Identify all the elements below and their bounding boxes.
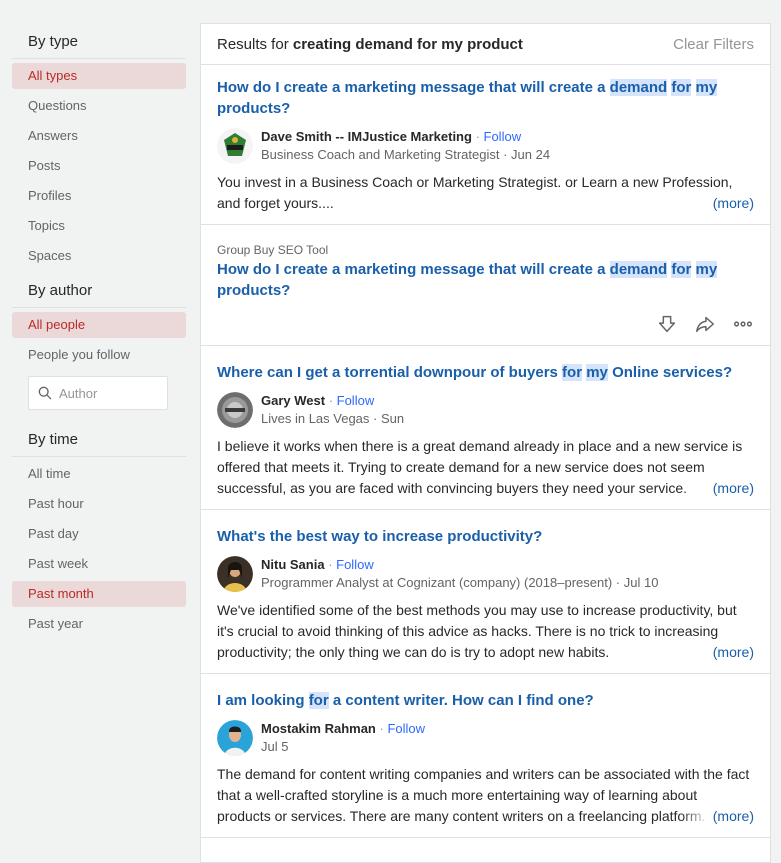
by-time-heading: By time [12,422,186,457]
filter-past-week[interactable]: Past week [12,551,186,577]
search-query: creating demand for my product [292,35,523,53]
author-credential: Programmer Analyst at Cognizant (company… [261,575,659,590]
follow-button[interactable]: Follow [337,393,375,408]
answer-snippet[interactable]: We've identified some of the best method… [217,600,754,663]
result-item: I am looking for a content writer. How c… [201,674,770,838]
share-icon[interactable] [694,313,716,335]
by-author-heading: By author [12,273,186,308]
filter-questions[interactable]: Questions [12,93,186,119]
sponsor-label[interactable]: Group Buy SEO Tool [217,243,754,257]
by-type-heading: By type [12,24,186,59]
filter-past-year[interactable]: Past year [12,611,186,637]
question-title[interactable]: What's the best way to increase producti… [217,526,754,547]
filter-spaces[interactable]: Spaces [12,243,186,269]
question-title[interactable]: Where can I get a torrential downpour of… [217,362,754,383]
answer-snippet[interactable]: You invest in a Business Coach or Market… [217,172,754,214]
filter-past-day[interactable]: Past day [12,521,186,547]
author-credential: Business Coach and Marketing Strategist … [261,147,551,162]
answer-snippet[interactable]: I believe it works when there is a great… [217,436,754,499]
sponsored-item: Group Buy SEO Tool How do I create a mar… [201,225,770,346]
answer-date: Jul 5 [261,739,289,754]
filter-sidebar: By type All types Questions Answers Post… [12,24,186,641]
follow-button[interactable]: Follow [336,557,374,572]
result-item: Where can I get a torrential downpour of… [201,346,770,510]
more-link[interactable]: (more) [680,478,754,499]
results-summary: Results for creating demand for my produ… [217,35,523,53]
follow-button[interactable]: Follow [387,721,425,736]
follow-button[interactable]: Follow [484,129,522,144]
avatar[interactable] [217,720,253,756]
search-icon [38,386,52,400]
answer-snippet[interactable]: The demand for content writing companies… [217,764,754,827]
filter-people-you-follow[interactable]: People you follow [12,342,186,368]
filter-past-month[interactable]: Past month [12,581,186,607]
filter-answers[interactable]: Answers [12,123,186,149]
results-panel: Results for creating demand for my produ… [200,23,771,863]
author-input[interactable] [57,384,161,402]
downvote-icon[interactable] [656,313,678,335]
author-name[interactable]: Mostakim Rahman [261,721,376,736]
author-name[interactable]: Gary West [261,393,325,408]
more-link[interactable]: (more) [680,193,754,214]
filter-topics[interactable]: Topics [12,213,186,239]
filter-all-people[interactable]: All people [12,312,186,338]
author-name[interactable]: Dave Smith -- IMJustice Marketing [261,129,472,144]
author-credential: Lives in Las Vegas · Sun [261,411,405,426]
author-search-box[interactable] [28,376,168,410]
author-name[interactable]: Nitu Sania [261,557,325,572]
filter-all-time[interactable]: All time [12,461,186,487]
more-link[interactable]: (more) [680,806,754,827]
avatar[interactable] [217,392,253,428]
more-options-icon[interactable] [732,313,754,335]
more-link[interactable]: (more) [680,642,754,663]
avatar[interactable] [217,556,253,592]
question-title[interactable]: I am looking for a content writer. How c… [217,690,754,711]
result-item: How do I create a marketing message that… [201,65,770,225]
results-header: Results for creating demand for my produ… [201,24,770,65]
question-title[interactable]: How do I create a marketing message that… [217,259,754,301]
filter-profiles[interactable]: Profiles [12,183,186,209]
result-item: What's the best way to increase producti… [201,510,770,674]
filter-posts[interactable]: Posts [12,153,186,179]
filter-all-types[interactable]: All types [12,63,186,89]
question-title[interactable]: How do I create a marketing message that… [217,77,754,119]
filter-past-hour[interactable]: Past hour [12,491,186,517]
avatar[interactable] [217,128,253,164]
clear-filters-button[interactable]: Clear Filters [673,36,754,53]
